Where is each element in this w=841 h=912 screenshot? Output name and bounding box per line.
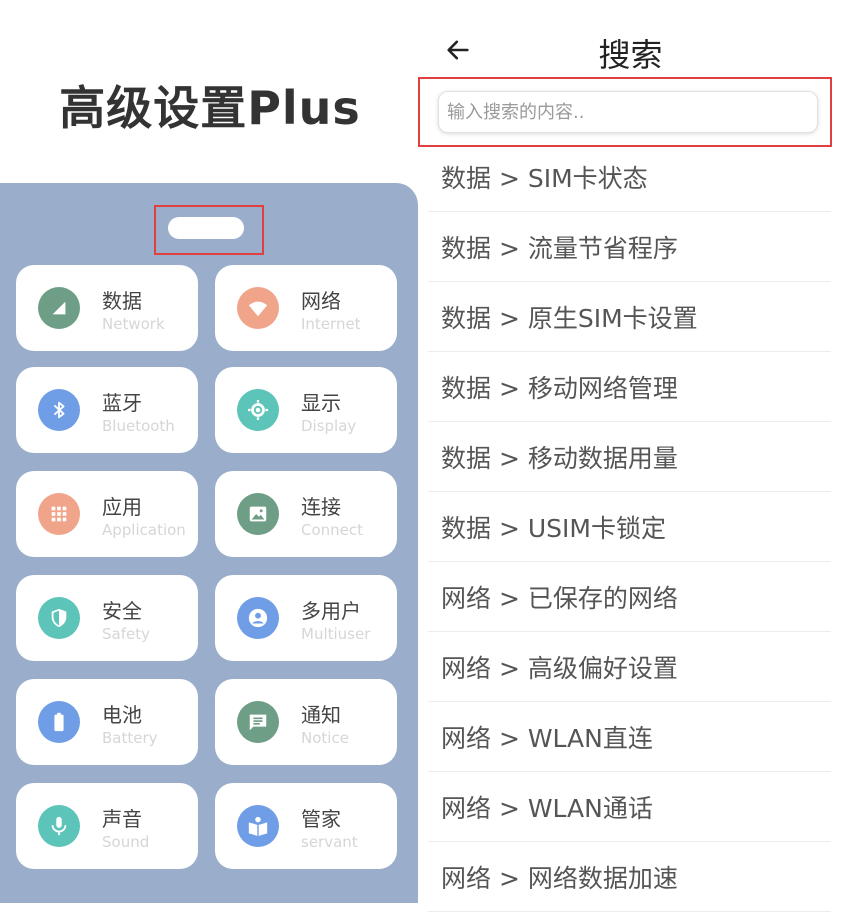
list-item[interactable]: 数据 > SIM卡状态 xyxy=(428,142,831,212)
tile-label: 通知 xyxy=(301,703,341,727)
tile-label: 数据 xyxy=(102,289,142,313)
battery-icon xyxy=(38,701,80,743)
tile-display[interactable]: 显示 Display xyxy=(215,367,397,453)
search-input[interactable] xyxy=(438,91,818,133)
search-highlight-box xyxy=(418,77,832,147)
tile-sublabel: servant xyxy=(301,833,358,851)
tile-label: 多用户 xyxy=(301,599,361,623)
tile-sublabel: Safety xyxy=(102,625,150,643)
highlight-box xyxy=(154,205,264,255)
list-item[interactable]: 网络 > 高级偏好设置 xyxy=(428,632,831,702)
tile-label: 应用 xyxy=(102,495,142,519)
tile-internet[interactable]: 网络 Internet xyxy=(215,265,397,351)
list-item[interactable]: 网络 > WLAN直连 xyxy=(428,702,831,772)
tile-label: 管家 xyxy=(301,807,341,831)
tile-connect[interactable]: 连接 Connect xyxy=(215,471,397,557)
tile-application[interactable]: 应用 Application xyxy=(16,471,198,557)
tile-notice[interactable]: 通知 Notice xyxy=(215,679,397,765)
tile-label: 安全 xyxy=(102,599,142,623)
tile-sublabel: Multiuser xyxy=(301,625,371,643)
list-item[interactable]: 数据 > 移动网络管理 xyxy=(428,352,831,422)
tile-sublabel: Sound xyxy=(102,833,150,851)
tile-network[interactable]: 数据 Network xyxy=(16,265,198,351)
tile-label: 电池 xyxy=(102,703,142,727)
bluetooth-icon xyxy=(38,389,80,431)
list-item[interactable]: 网络 > 网络数据加速 xyxy=(428,842,831,912)
tile-sublabel: Battery xyxy=(102,729,158,747)
image-icon xyxy=(237,493,279,535)
tile-sublabel: Internet xyxy=(301,315,361,333)
tile-label: 连接 xyxy=(301,495,341,519)
brightness-icon xyxy=(237,389,279,431)
tile-bluetooth[interactable]: 蓝牙 Bluetooth xyxy=(16,367,198,453)
list-item[interactable]: 网络 > 已保存的网络 xyxy=(428,562,831,632)
tile-sublabel: Application xyxy=(102,521,186,539)
apps-grid-icon xyxy=(38,493,80,535)
microphone-icon xyxy=(38,805,80,847)
list-item[interactable]: 数据 > 移动数据用量 xyxy=(428,422,831,492)
tile-label: 网络 xyxy=(301,289,341,313)
message-icon xyxy=(237,701,279,743)
list-item[interactable]: 数据 > 原生SIM卡设置 xyxy=(428,282,831,352)
search-results-list: 数据 > SIM卡状态 数据 > 流量节省程序 数据 > 原生SIM卡设置 数据… xyxy=(428,142,831,912)
feature-panel: 数据 Network 网络 Internet 蓝牙 Bluetooth 显示 D… xyxy=(0,183,418,903)
tile-label: 蓝牙 xyxy=(102,391,142,415)
tile-sublabel: Connect xyxy=(301,521,364,539)
drag-handle[interactable] xyxy=(168,217,244,239)
tile-battery[interactable]: 电池 Battery xyxy=(16,679,198,765)
tile-sublabel: Display xyxy=(301,417,357,435)
home-screen: 高级设置Plus 数据 Network 网络 Internet 蓝牙 Bluet… xyxy=(0,0,420,903)
tile-sublabel: Network xyxy=(102,315,165,333)
tile-sublabel: Notice xyxy=(301,729,349,747)
list-item[interactable]: 网络 > WLAN通话 xyxy=(428,772,831,842)
shield-icon xyxy=(38,597,80,639)
page-title: 搜索 xyxy=(598,36,663,74)
list-item[interactable]: 数据 > USIM卡锁定 xyxy=(428,492,831,562)
tile-label: 显示 xyxy=(301,391,341,415)
wifi-icon xyxy=(237,287,279,329)
search-screen: 搜索 数据 > SIM卡状态 数据 > 流量节省程序 数据 > 原生SIM卡设置… xyxy=(418,0,841,912)
book-icon xyxy=(237,805,279,847)
signal-icon xyxy=(38,287,80,329)
tile-servant[interactable]: 管家 servant xyxy=(215,783,397,869)
tile-multiuser[interactable]: 多用户 Multiuser xyxy=(215,575,397,661)
tile-sound[interactable]: 声音 Sound xyxy=(16,783,198,869)
tile-safety[interactable]: 安全 Safety xyxy=(16,575,198,661)
list-item[interactable]: 数据 > 流量节省程序 xyxy=(428,212,831,282)
tile-label: 声音 xyxy=(102,807,142,831)
user-icon xyxy=(237,597,279,639)
tile-sublabel: Bluetooth xyxy=(102,417,175,435)
app-title: 高级设置Plus xyxy=(59,81,361,135)
